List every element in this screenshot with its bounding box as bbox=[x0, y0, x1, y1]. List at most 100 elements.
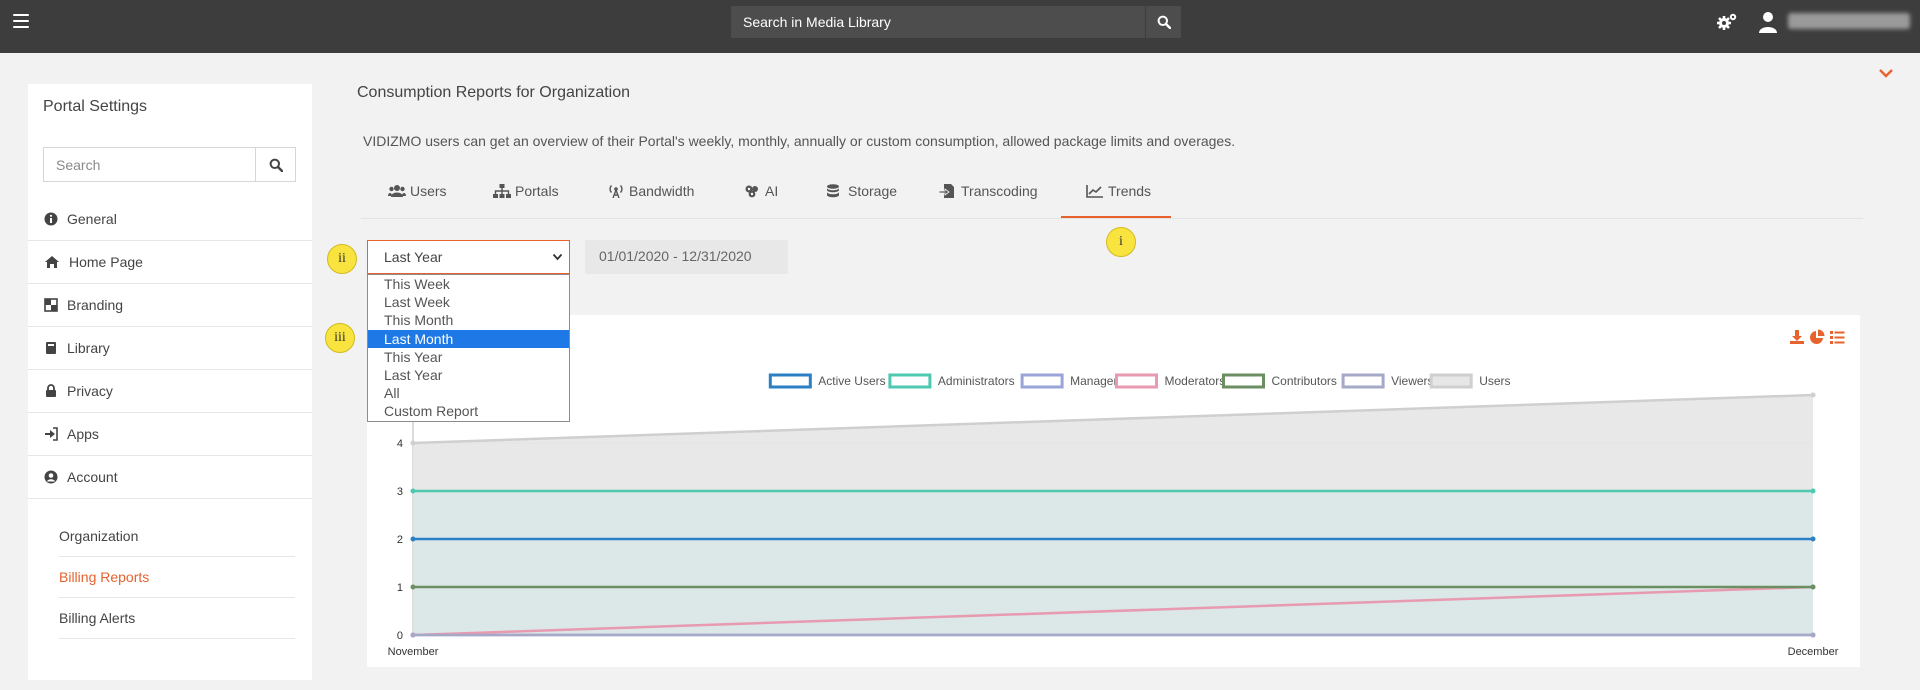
period-option-this-month[interactable]: This Month bbox=[368, 311, 569, 329]
tab-label: AI bbox=[765, 183, 779, 199]
annotation-badge-iii: iii bbox=[325, 323, 355, 353]
legend-item-active-users[interactable]: Active Users bbox=[768, 373, 886, 389]
sidebar-item-label: Account bbox=[67, 469, 118, 485]
tab-label: Trends bbox=[1108, 183, 1152, 199]
gears-icon[interactable] bbox=[1716, 12, 1738, 32]
legend-label: Contributors bbox=[1272, 374, 1337, 388]
media-library-search-input[interactable] bbox=[731, 6, 1145, 38]
username-blurred[interactable] bbox=[1788, 13, 1910, 29]
tab-trends[interactable]: Trends bbox=[1061, 170, 1171, 218]
legend-item-users[interactable]: Users bbox=[1429, 373, 1511, 389]
legend-item-viewers[interactable]: Viewers bbox=[1341, 373, 1434, 389]
sidebar-item-home-page[interactable]: Home Page bbox=[28, 241, 312, 284]
annotation-badge-i: i bbox=[1106, 227, 1136, 257]
data-point-administrators bbox=[410, 488, 416, 494]
tab-transcoding[interactable]: Transcoding bbox=[939, 170, 1049, 218]
download-icon[interactable] bbox=[1789, 329, 1805, 345]
lock-icon bbox=[46, 384, 56, 397]
report-tabs: Users Portals Bandwidth AI Storage Trans… bbox=[361, 170, 1863, 219]
sidebar-subitem-organization[interactable]: Organization bbox=[59, 516, 295, 557]
page-description: VIDIZMO users can get an overview of the… bbox=[363, 133, 1236, 149]
data-point-contributors bbox=[410, 584, 416, 590]
trends-chart: 0 1 2 3 4 November December Active Users Adminis… bbox=[388, 373, 1839, 658]
page-title: Consumption Reports for Organization bbox=[357, 84, 631, 101]
period-option-last-year[interactable]: Last Year bbox=[368, 366, 569, 384]
broadcast-icon bbox=[609, 185, 623, 198]
list-icon[interactable] bbox=[1829, 329, 1845, 345]
sidebar-item-account[interactable]: Account bbox=[28, 456, 312, 499]
sidebar-item-library[interactable]: Library bbox=[28, 327, 312, 370]
sidebar-search-button[interactable] bbox=[255, 148, 295, 181]
trends-chart-card: 0 1 2 3 4 November December Active Users Adminis… bbox=[367, 315, 1860, 667]
media-library-search bbox=[731, 6, 1181, 38]
chevron-down-icon bbox=[552, 253, 563, 261]
date-range-field[interactable]: 01/01/2020 - 12/31/2020 bbox=[585, 240, 788, 274]
y-tick-label: 4 bbox=[397, 438, 403, 450]
tab-bandwidth[interactable]: Bandwidth bbox=[607, 170, 703, 218]
legend-label: Users bbox=[1479, 374, 1510, 388]
chevron-down-icon[interactable] bbox=[1878, 67, 1894, 79]
chart-toolbar bbox=[1789, 329, 1847, 347]
sidebar-search-input[interactable] bbox=[44, 148, 257, 181]
sidebar-item-apps[interactable]: Apps bbox=[28, 413, 312, 456]
period-select[interactable]: Last Year bbox=[367, 240, 570, 274]
tab-storage[interactable]: Storage bbox=[826, 170, 898, 218]
sidebar-subitem-billing-alerts[interactable]: Billing Alerts bbox=[59, 598, 295, 639]
period-option-this-year[interactable]: This Year bbox=[368, 348, 569, 366]
data-point-viewers bbox=[1810, 632, 1816, 638]
legend-item-moderators[interactable]: Moderators bbox=[1115, 373, 1226, 389]
sidebar-item-branding[interactable]: Branding bbox=[28, 284, 312, 327]
legend-item-contributors[interactable]: Contributors bbox=[1222, 373, 1337, 389]
legend-swatch bbox=[768, 373, 812, 389]
period-option-this-week[interactable]: This Week bbox=[368, 275, 569, 293]
tab-label: Bandwidth bbox=[629, 183, 695, 199]
info-circle-icon bbox=[44, 212, 58, 226]
period-option-all[interactable]: All bbox=[368, 384, 569, 402]
sidebar-item-general[interactable]: General bbox=[28, 198, 312, 241]
sidebar-item-label: Privacy bbox=[67, 383, 113, 399]
sidebar-subitem-label: Billing Reports bbox=[59, 569, 150, 585]
sidebar-subitem-billing-reports[interactable]: Billing Reports bbox=[59, 557, 295, 598]
legend-label: Viewers bbox=[1391, 374, 1433, 388]
tab-label: Storage bbox=[848, 183, 898, 199]
portal-settings-sidebar: Portal Settings General Home Page Brandi… bbox=[28, 84, 312, 680]
legend-label: Active Users bbox=[818, 374, 885, 388]
data-point-active-users bbox=[410, 536, 416, 542]
period-option-last-month[interactable]: Last Month bbox=[368, 329, 569, 348]
period-option-last-week[interactable]: Last Week bbox=[368, 293, 569, 311]
sidebar-item-label: General bbox=[67, 211, 117, 227]
tab-portals[interactable]: Portals bbox=[493, 170, 567, 218]
ai-icon bbox=[745, 185, 758, 198]
sitemap-icon bbox=[493, 184, 511, 198]
legend-swatch bbox=[1020, 373, 1064, 389]
lower-series-area bbox=[413, 491, 1813, 635]
tab-label: Portals bbox=[515, 183, 559, 199]
top-navigation-bar bbox=[0, 0, 1920, 53]
data-point-users bbox=[410, 440, 416, 446]
period-option-custom-report[interactable]: Custom Report bbox=[368, 402, 569, 420]
home-icon bbox=[45, 256, 59, 268]
legend-item-administrators[interactable]: Administrators bbox=[888, 373, 1015, 389]
sidebar-item-label: Apps bbox=[67, 426, 99, 442]
y-tick-label: 3 bbox=[397, 486, 403, 498]
legend-item-managers[interactable]: Managers bbox=[1020, 373, 1123, 389]
user-icon[interactable] bbox=[1758, 11, 1778, 33]
legend-swatch bbox=[1429, 373, 1473, 389]
sidebar-title: Portal Settings bbox=[43, 98, 148, 115]
y-tick-label: 0 bbox=[397, 630, 403, 642]
x-tick-label: December bbox=[1788, 646, 1839, 658]
branding-icon bbox=[44, 298, 58, 312]
users-icon bbox=[388, 185, 406, 197]
search-button[interactable] bbox=[1145, 6, 1181, 38]
sign-in-icon bbox=[45, 427, 58, 441]
search-icon bbox=[1157, 15, 1171, 29]
pie-chart-icon[interactable] bbox=[1809, 329, 1825, 345]
hamburger-menu-icon[interactable] bbox=[13, 14, 29, 28]
sidebar-item-privacy[interactable]: Privacy bbox=[28, 370, 312, 413]
tab-ai[interactable]: AI bbox=[743, 170, 783, 218]
legend-label: Administrators bbox=[938, 374, 1015, 388]
data-point-contributors bbox=[1810, 584, 1816, 590]
tab-users[interactable]: Users bbox=[388, 170, 458, 218]
user-circle-icon bbox=[44, 470, 58, 484]
date-range-value: 01/01/2020 - 12/31/2020 bbox=[599, 248, 752, 264]
